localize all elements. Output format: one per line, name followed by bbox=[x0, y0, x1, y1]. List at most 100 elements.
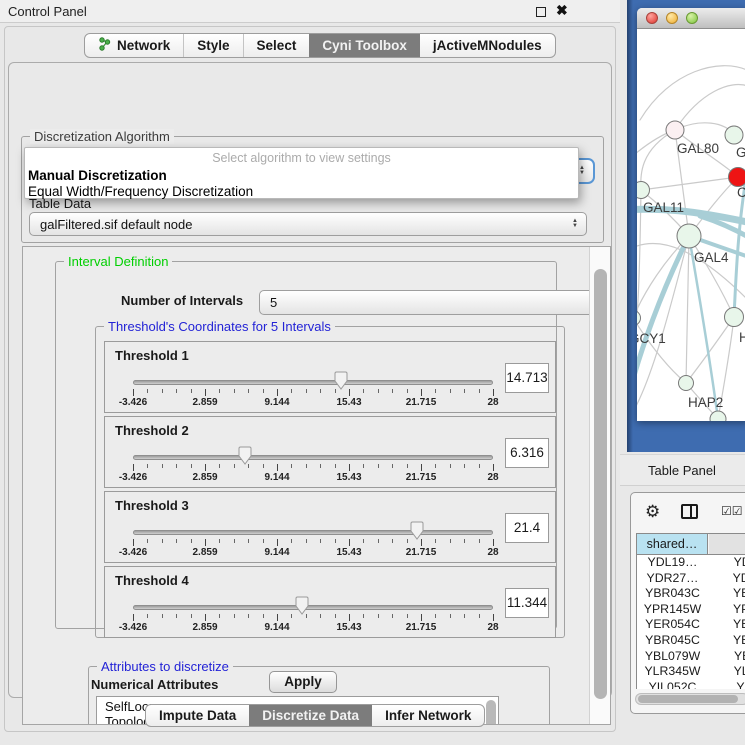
split-view-icon[interactable] bbox=[681, 504, 698, 519]
algorithm-popup-item[interactable]: Equal Width/Frequency Discretization bbox=[28, 184, 253, 199]
tab-network[interactable]: Network bbox=[85, 34, 183, 57]
close-traffic-light-icon[interactable] bbox=[646, 12, 658, 24]
tab-infer-network[interactable]: Infer Network bbox=[372, 705, 484, 726]
thresholds-group-title: Threshold's Coordinates for 5 Intervals bbox=[104, 319, 335, 334]
tick-mark bbox=[320, 614, 321, 618]
panel-scrollbar-thumb[interactable] bbox=[594, 269, 607, 699]
threshold-slider-track[interactable] bbox=[133, 380, 493, 385]
apply-button[interactable]: Apply bbox=[269, 671, 337, 693]
threshold-panel: Threshold 3-3.4262.8599.14415.4321.71528… bbox=[104, 491, 556, 563]
threshold-slider-track[interactable] bbox=[133, 530, 493, 535]
tab-jactivemnodules[interactable]: jActiveMNodules bbox=[420, 34, 555, 57]
tick-mark bbox=[479, 389, 480, 393]
float-window-icon[interactable] bbox=[536, 7, 546, 17]
table-cell: YLR3 bbox=[709, 664, 745, 680]
top-right-node[interactable] bbox=[725, 126, 743, 144]
network-edge[interactable] bbox=[637, 236, 689, 398]
table-cell: YER054C bbox=[637, 617, 708, 633]
threshold-value-field[interactable]: 11.344 bbox=[505, 588, 549, 618]
table-row[interactable]: YBR045CYBR0 bbox=[637, 633, 745, 649]
tab-style[interactable]: Style bbox=[183, 34, 242, 57]
zoom-traffic-light-icon[interactable] bbox=[686, 12, 698, 24]
checkbox-icons[interactable]: ☑☑ bbox=[721, 504, 743, 518]
tick-mark bbox=[320, 389, 321, 393]
GAL80-node[interactable] bbox=[666, 121, 684, 139]
tick-label: 21.715 bbox=[399, 397, 443, 408]
algorithm-popup-item[interactable]: Manual Discretization bbox=[28, 168, 167, 183]
network-edge[interactable] bbox=[641, 177, 738, 190]
network-icon bbox=[98, 37, 111, 54]
table-row[interactable]: YBR043CYBR0 bbox=[637, 586, 745, 602]
tick-label: 2.859 bbox=[183, 547, 227, 558]
number-of-intervals-combobox[interactable]: 5 ▲▼ bbox=[259, 290, 611, 315]
table-row[interactable]: YIL052CYIL0 bbox=[637, 680, 745, 689]
tab-impute-data[interactable]: Impute Data bbox=[146, 705, 249, 726]
threshold-label: Threshold 3 bbox=[115, 498, 189, 513]
table-row[interactable]: YLR345WYLR3 bbox=[637, 664, 745, 680]
tick-label: 2.859 bbox=[183, 622, 227, 633]
table-cell: YER0 bbox=[709, 617, 745, 633]
tab-select[interactable]: Select bbox=[243, 34, 310, 57]
network-edge[interactable] bbox=[686, 317, 734, 383]
table-horizontal-scrollbar[interactable] bbox=[635, 693, 745, 705]
H-node[interactable] bbox=[725, 308, 744, 327]
tab-discretize-data[interactable]: Discretize Data bbox=[249, 705, 372, 726]
threshold-panel: Threshold 4-3.4262.8599.14415.4321.71528… bbox=[104, 566, 556, 638]
panel-scrollbar[interactable] bbox=[589, 247, 611, 725]
table-row[interactable]: YBL079WYBL0 bbox=[637, 649, 745, 665]
tick-label: 21.715 bbox=[399, 547, 443, 558]
threshold-value-field[interactable]: 6.316 bbox=[505, 438, 549, 468]
tick-mark bbox=[176, 539, 177, 543]
tab-cyni-toolbox[interactable]: Cyni Toolbox bbox=[309, 34, 420, 57]
minimize-traffic-light-icon[interactable] bbox=[666, 12, 678, 24]
gear-icon[interactable]: ⚙ bbox=[645, 502, 660, 522]
table-data-combobox-value: galFiltered.sif default node bbox=[40, 217, 192, 232]
network-canvas[interactable]: GAL80GACGAL11GAL4GCY1HHAP2 bbox=[637, 29, 745, 421]
table-row[interactable]: YER054CYER0 bbox=[637, 617, 745, 633]
node-label-GCY1: GCY1 bbox=[637, 331, 666, 346]
column-header-0[interactable]: shared… bbox=[637, 534, 708, 554]
tick-mark bbox=[493, 539, 494, 546]
column-header-1[interactable]: n bbox=[709, 534, 745, 554]
GCY1-node[interactable] bbox=[637, 311, 641, 326]
network-window-titlebar[interactable] bbox=[637, 8, 745, 29]
HAP2-node[interactable] bbox=[679, 376, 694, 391]
algorithm-popup-placeholder: Select algorithm to view settings bbox=[25, 151, 578, 165]
table-row[interactable]: YDR27…YDR2 bbox=[637, 571, 745, 587]
slider-ticks bbox=[133, 464, 493, 471]
tick-label: -3.426 bbox=[111, 547, 155, 558]
table-cell: YBR043C bbox=[637, 586, 708, 602]
GAL11-node[interactable] bbox=[637, 182, 650, 199]
tick-mark bbox=[162, 539, 163, 543]
threshold-value-field[interactable]: 21.4 bbox=[505, 513, 549, 543]
table-toolbar: ⚙ ☑☑ bbox=[631, 493, 745, 531]
node-label-GA: GA bbox=[736, 145, 745, 160]
close-icon[interactable]: ✖ bbox=[556, 2, 568, 19]
threshold-slider-track[interactable] bbox=[133, 605, 493, 610]
threshold-value-field[interactable]: 14.713 bbox=[505, 363, 549, 393]
tick-mark bbox=[219, 464, 220, 468]
tick-mark bbox=[234, 389, 235, 393]
tick-mark bbox=[450, 389, 451, 393]
table-horizontal-scrollbar-thumb[interactable] bbox=[638, 695, 738, 703]
threshold-slider-track[interactable] bbox=[133, 455, 493, 460]
network-edge[interactable] bbox=[686, 236, 689, 383]
tick-mark bbox=[335, 539, 336, 543]
table-row[interactable]: YDL19…YDL1 bbox=[637, 555, 745, 571]
tick-mark bbox=[263, 464, 264, 468]
table-data-combobox[interactable]: galFiltered.sif default node ▲▼ bbox=[29, 212, 587, 236]
red-node[interactable] bbox=[729, 168, 745, 187]
network-edge[interactable] bbox=[641, 130, 675, 190]
GAL4-node[interactable] bbox=[677, 224, 701, 248]
tick-label: 28 bbox=[471, 397, 515, 408]
table-cell: YPR145W bbox=[637, 602, 708, 618]
network-edge[interactable] bbox=[640, 66, 745, 120]
table-rows: YDL19…YDL1YDR27…YDR2YBR043CYBR0YPR145WYP… bbox=[636, 555, 745, 689]
tick-mark bbox=[450, 614, 451, 618]
list-scrollbar[interactable] bbox=[486, 700, 496, 725]
tick-label: -3.426 bbox=[111, 472, 155, 483]
table-row[interactable]: YPR145WYPR1 bbox=[637, 602, 745, 618]
network-edge[interactable] bbox=[637, 236, 689, 420]
tick-mark bbox=[191, 539, 192, 543]
tick-mark bbox=[147, 539, 148, 543]
